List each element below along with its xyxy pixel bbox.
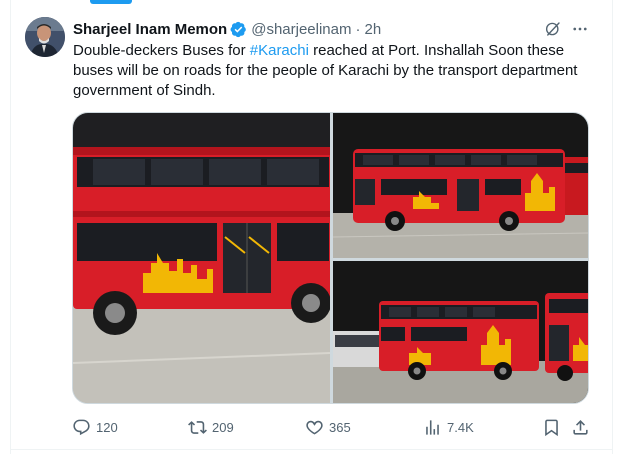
- active-tab-indicator: [90, 0, 132, 4]
- tweet-header: Sharjeel Inam Memon @sharjeelinam · 2h: [73, 19, 381, 39]
- media-photo-1[interactable]: [73, 113, 330, 403]
- tweet-text: Double-deckers Buses for #Karachi reache…: [73, 41, 593, 101]
- reply-button[interactable]: 120: [72, 417, 118, 437]
- photo-bus-side-icon: [333, 113, 588, 258]
- tweet-text-start: Double-deckers Buses for: [73, 42, 250, 59]
- user-avatar-icon: [25, 17, 65, 57]
- heart-icon: [306, 420, 323, 435]
- more-options-icon[interactable]: [570, 19, 590, 39]
- avatar[interactable]: [25, 17, 65, 57]
- hashtag-link[interactable]: #Karachi: [250, 42, 309, 59]
- column-border-left: [10, 0, 11, 454]
- share-button[interactable]: [571, 417, 590, 437]
- media-photo-3[interactable]: [333, 261, 588, 403]
- column-border-right: [612, 0, 613, 454]
- author-handle[interactable]: @sharjeelinam: [251, 21, 351, 38]
- photo-bus-closeup-icon: [73, 113, 330, 403]
- like-button[interactable]: 365: [305, 417, 351, 437]
- like-count: 365: [329, 419, 351, 435]
- reply-icon: [73, 419, 90, 435]
- media-photo-2[interactable]: [333, 113, 588, 258]
- bookmark-icon: [545, 419, 558, 436]
- tweet-divider: [10, 449, 613, 450]
- repost-icon: [188, 420, 207, 434]
- author-display-name[interactable]: Sharjeel Inam Memon: [73, 21, 227, 38]
- repost-button[interactable]: 209: [188, 417, 234, 437]
- photo-buses-parked-icon: [333, 261, 588, 403]
- bookmark-button[interactable]: [542, 417, 561, 437]
- tweet-actions: 120 209 365 7.4K: [72, 417, 592, 437]
- repost-count: 209: [212, 419, 234, 435]
- views-button[interactable]: 7.4K: [423, 417, 474, 437]
- analytics-icon: [426, 419, 439, 435]
- views-count: 7.4K: [447, 419, 474, 435]
- timestamp[interactable]: 2h: [365, 21, 382, 38]
- share-icon: [573, 419, 588, 435]
- verified-badge-icon[interactable]: [230, 21, 247, 38]
- separator-dot: ·: [355, 20, 361, 38]
- media-grid: [72, 112, 589, 404]
- grok-icon[interactable]: [543, 19, 563, 39]
- reply-count: 120: [96, 419, 118, 435]
